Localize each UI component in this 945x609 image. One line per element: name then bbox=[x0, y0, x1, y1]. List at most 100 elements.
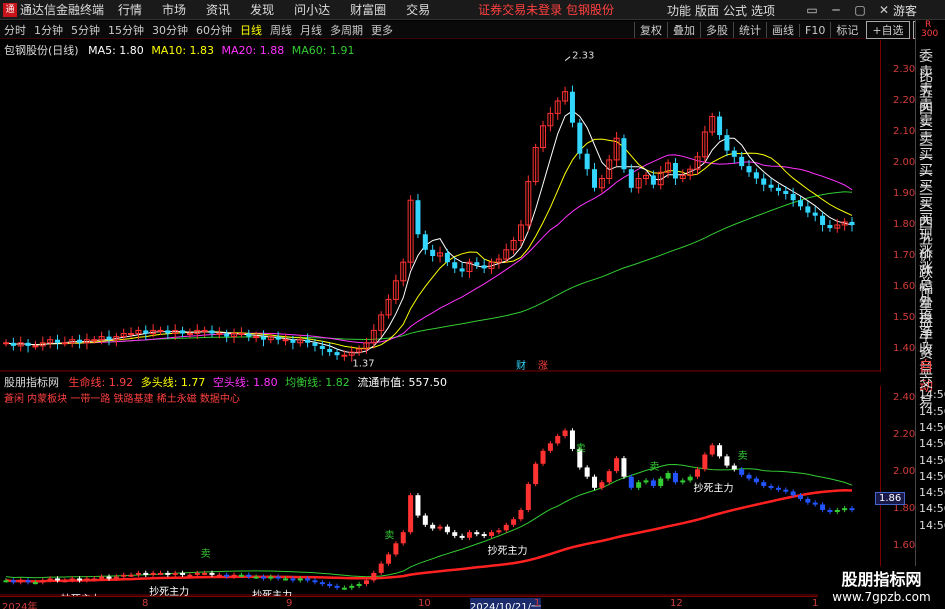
tab-15min[interactable]: 15分钟 bbox=[104, 22, 148, 38]
menu-trade[interactable]: 交易 bbox=[406, 1, 430, 18]
ind-candle-body bbox=[569, 430, 575, 449]
watermark-url: www.7gpzb.com bbox=[832, 590, 931, 604]
menu-formula[interactable]: 公式 bbox=[721, 2, 749, 19]
menu-function[interactable]: 功能 bbox=[665, 2, 693, 19]
price-tick: 1.80 bbox=[893, 219, 916, 230]
ind-candle-body bbox=[400, 532, 406, 544]
ind-candle-body bbox=[547, 443, 553, 451]
tab-intraday[interactable]: 分时 bbox=[0, 22, 30, 38]
ind-candle-body bbox=[121, 574, 127, 577]
candle-body bbox=[452, 262, 458, 269]
adjust-button[interactable]: 复权 bbox=[634, 22, 667, 38]
panel-row: 14:56 bbox=[919, 388, 945, 402]
menu-layout[interactable]: 版面 bbox=[693, 2, 721, 19]
candle-body bbox=[334, 352, 340, 356]
candle-body bbox=[430, 249, 436, 256]
overlay-button[interactable]: 叠加 bbox=[667, 22, 700, 38]
ind-candle-body bbox=[820, 504, 826, 510]
panel-row: 14:56 bbox=[919, 437, 945, 451]
menu-discover[interactable]: 发现 bbox=[250, 1, 274, 18]
ind-candle-body bbox=[422, 515, 428, 525]
candlestick-chart[interactable]: 2.33 1.37 财涨 bbox=[0, 40, 880, 372]
add-watchlist-button[interactable]: +自选 bbox=[866, 21, 910, 39]
multi-stock-button[interactable]: 多股 bbox=[700, 22, 733, 38]
price-tick: 1.90 bbox=[893, 188, 916, 199]
ind-candle-body bbox=[231, 574, 237, 577]
ind-candle-body bbox=[99, 576, 105, 579]
date-tick: 2024年 bbox=[2, 602, 38, 609]
tab-1min[interactable]: 1分钟 bbox=[30, 22, 67, 38]
menu-wealth[interactable]: 财富圈 bbox=[350, 1, 386, 18]
tab-more[interactable]: 更多 bbox=[367, 22, 397, 38]
draw-button[interactable]: 画线 bbox=[766, 22, 799, 38]
indicator-chart[interactable]: 抄死主力抄死主力抄死主力抄死主力抄死主力抄死主力卖卖卖卖卖 bbox=[0, 386, 880, 596]
maximize-icon[interactable]: ▢ bbox=[848, 3, 872, 17]
ind-candle-body bbox=[658, 478, 664, 486]
candle-body bbox=[341, 354, 348, 357]
guest-button[interactable]: 游客 bbox=[893, 2, 917, 19]
candle-body bbox=[768, 184, 774, 188]
ind-candle-body bbox=[518, 510, 524, 520]
price-tick: 1.40 bbox=[893, 343, 916, 354]
ind-candle-body bbox=[106, 576, 112, 579]
f10-button[interactable]: F10 bbox=[799, 23, 830, 37]
sell-signal-label: 卖 bbox=[385, 529, 395, 541]
ind-candle-body bbox=[842, 508, 848, 511]
candle-body bbox=[3, 342, 9, 345]
panel-row: 14:56 bbox=[919, 518, 945, 532]
candle-body bbox=[444, 252, 450, 263]
ind-candle-body bbox=[444, 526, 450, 533]
mark-button[interactable]: 标记 bbox=[830, 22, 863, 38]
ind-candle-body bbox=[731, 465, 737, 470]
panel-row: 14:56 bbox=[919, 453, 945, 467]
tab-monthly[interactable]: 月线 bbox=[296, 22, 326, 38]
ind-candle-body bbox=[525, 484, 531, 510]
ind-candle-body bbox=[466, 532, 472, 538]
tab-daily[interactable]: 日线 bbox=[236, 22, 266, 38]
ind-candle-body bbox=[113, 576, 119, 579]
tab-60min[interactable]: 60分钟 bbox=[192, 22, 236, 38]
menu-market[interactable]: 市场 bbox=[162, 1, 186, 18]
menu-ask[interactable]: 问小达 bbox=[294, 1, 330, 18]
tab-30min[interactable]: 30分钟 bbox=[148, 22, 192, 38]
menu-options[interactable]: 选项 bbox=[749, 2, 777, 19]
ind-candle-body bbox=[798, 495, 804, 499]
ind-candle-body bbox=[283, 578, 289, 581]
minimize-icon[interactable]: ─ bbox=[824, 3, 848, 17]
ind-candle-body bbox=[40, 580, 46, 583]
window-controls: ▭ ─ ▢ ✕ bbox=[800, 0, 896, 20]
candle-body bbox=[25, 342, 31, 346]
restore-icon[interactable]: ▭ bbox=[800, 3, 824, 17]
tab-5min[interactable]: 5分钟 bbox=[67, 22, 104, 38]
indicator-tick: 2.40 bbox=[893, 392, 916, 403]
ind-candle-body bbox=[717, 445, 723, 457]
ind-candle-body bbox=[91, 578, 97, 581]
ind-candle-body bbox=[584, 467, 590, 477]
candle-body bbox=[275, 336, 281, 340]
ind-candle-body bbox=[695, 469, 701, 477]
ma60-line bbox=[5, 191, 853, 346]
candle-body bbox=[282, 339, 289, 342]
candle-body bbox=[415, 200, 421, 235]
menu-quotes[interactable]: 行情 bbox=[118, 1, 142, 18]
candle-body bbox=[790, 194, 796, 201]
menu-news[interactable]: 资讯 bbox=[206, 1, 230, 18]
ind-candle-body bbox=[628, 476, 634, 488]
ind-candle-body bbox=[216, 574, 222, 577]
tab-multi-period[interactable]: 多周期 bbox=[326, 22, 367, 38]
tab-weekly[interactable]: 周线 bbox=[266, 22, 296, 38]
buy-signal-label: 抄死主力 bbox=[694, 481, 734, 494]
ind-candle-body bbox=[371, 572, 377, 581]
candle-body bbox=[717, 116, 723, 136]
candle-body bbox=[798, 200, 804, 207]
ind-candle-body bbox=[430, 524, 436, 529]
candle-body bbox=[584, 153, 590, 170]
candle-body bbox=[106, 336, 112, 340]
low-marker-label: 1.37 bbox=[352, 358, 374, 369]
candle-body bbox=[157, 329, 164, 332]
ind-candle-body bbox=[650, 480, 656, 486]
candle-body bbox=[290, 339, 296, 343]
ind-candle-body bbox=[614, 458, 620, 472]
stats-button[interactable]: 统计 bbox=[733, 22, 766, 38]
candle-body bbox=[128, 333, 135, 335]
